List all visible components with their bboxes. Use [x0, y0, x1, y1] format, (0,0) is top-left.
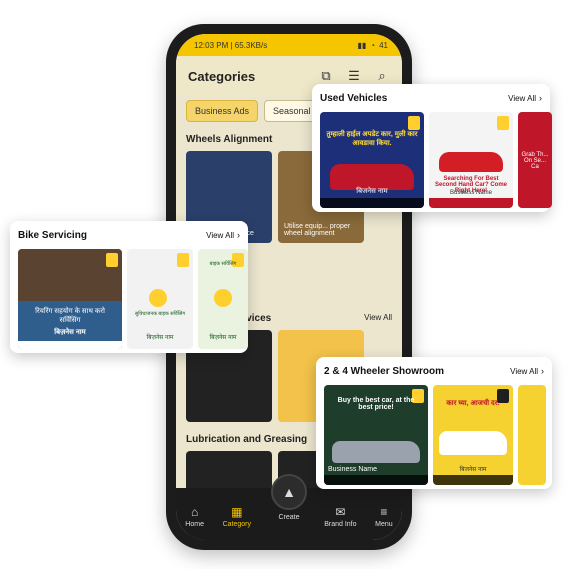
section-title: Lubrication and Greasing	[186, 434, 308, 445]
brand-icon: ✉	[335, 504, 346, 519]
search-icon[interactable]: ⌕	[374, 68, 390, 84]
bookmark-icon[interactable]	[497, 116, 509, 130]
home-icon: ⌂	[191, 504, 199, 519]
card-title: 2 & 4 Wheeler Showroom	[324, 365, 445, 377]
filter-icon[interactable]: ☰	[346, 68, 362, 84]
tile-footer-bar	[433, 475, 513, 485]
play-icon[interactable]	[214, 289, 232, 307]
nav-label: Brand Info	[324, 520, 357, 528]
view-all-label: View All	[206, 230, 234, 240]
view-all-link[interactable]: View All ›	[510, 366, 544, 376]
tile-footer-bar	[18, 341, 122, 349]
tile-footer-bar	[320, 198, 424, 208]
tile-footer-bar	[429, 198, 513, 208]
chevron-right-icon: ›	[541, 366, 544, 376]
nav-menu[interactable]: ≡ Menu	[375, 505, 393, 528]
create-button[interactable]: ▲	[271, 474, 307, 510]
tile-footer: बिजनेस नाम	[459, 467, 487, 473]
tile-footer: बिज़नेस नाम	[146, 335, 174, 341]
template-tile[interactable]: Grab Th... On Se... Ca	[518, 112, 552, 208]
tile-footer: बिजनेस नाम	[356, 188, 388, 195]
view-all-label: View All	[508, 93, 536, 103]
tile-caption: रियरिंग सहयोग के साथ करो सर्विसिंग	[35, 308, 105, 324]
card-tiles: तुम्हाली हाईल अपडेट कार, मुली कार आवडावा…	[320, 112, 552, 208]
tile-caption: तुम्हाली हाईल अपडेट कार, मुली कार आवडावा…	[326, 131, 418, 147]
nav-category[interactable]: ▦ Category	[223, 505, 251, 528]
status-bar: 12:03 PM | 65.3KB/s ▮▮ ◔ 41	[176, 34, 402, 56]
bookmark-icon[interactable]	[177, 253, 189, 267]
card-title: Bike Servicing	[18, 229, 87, 241]
thumb-caption: Utilise equip... proper wheel alignment	[284, 223, 351, 237]
status-time: 12:03 PM | 65.3KB/s	[194, 40, 268, 50]
battery-level: 41	[379, 40, 388, 50]
template-tile[interactable]: Buy the best car, at the best price! Bus…	[324, 385, 428, 485]
template-tile[interactable]: Searching For Best Second Hand Car? Come…	[429, 112, 513, 208]
card-header: 2 & 4 Wheeler Showroom View All ›	[324, 363, 544, 379]
template-tile[interactable]: कार घ्या, आजची दर. बिजनेस नाम	[433, 385, 513, 485]
view-all-link[interactable]: View All ›	[508, 93, 542, 103]
tile-footer-bar	[324, 475, 428, 485]
nav-label: Category	[222, 520, 251, 528]
nav-brand-info[interactable]: ✉ Brand Info	[324, 505, 356, 528]
template-tile[interactable]: तुम्हाली हाईल अपडेट कार, मुली कार आवडावा…	[320, 112, 424, 208]
view-all-label: View All	[510, 366, 538, 376]
tile-footer: बिज़नेस नाम	[54, 329, 86, 336]
card-used-vehicles: Used Vehicles View All › तुम्हाली हाईल अ…	[312, 84, 552, 212]
nav-home[interactable]: ⌂ Home	[185, 505, 204, 528]
translate-icon[interactable]: ⧉	[318, 68, 334, 84]
car-graphic	[439, 431, 507, 455]
card-header: Used Vehicles View All ›	[320, 90, 542, 106]
page-title: Categories	[188, 68, 256, 84]
tile-caption: Grab Th... On Se... Ca	[521, 152, 549, 170]
card-wheeler-showroom: 2 & 4 Wheeler Showroom View All › Buy th…	[316, 357, 552, 489]
create-label: Create	[278, 514, 300, 521]
bottom-nav: ⌂ Home ▦ Category ✉ Brand Info ≡ Menu ▲	[176, 474, 402, 540]
create-icon: ▲	[282, 484, 296, 500]
template-tile[interactable]	[518, 385, 546, 485]
template-tile[interactable]: सुविधाजनक बाइक सर्विसिंग बिज़नेस नाम	[127, 249, 193, 349]
template-tile[interactable]: रियरिंग सहयोग के साथ करो सर्विसिंग बिज़न…	[18, 249, 122, 349]
template-tile[interactable]: बाइक सर्विसिंग बिज़नेस नाम	[198, 249, 248, 349]
card-tiles: Buy the best car, at the best price! Bus…	[324, 385, 546, 485]
status-icons: ▮▮ ◔ 41	[357, 41, 388, 50]
card-header: Bike Servicing View All ›	[18, 227, 240, 243]
chevron-right-icon: ›	[539, 93, 542, 103]
tile-caption: बाइक सर्विसिंग	[209, 261, 237, 267]
card-bike-servicing: Bike Servicing View All › रियरिंग सहयोग …	[10, 221, 248, 353]
chevron-right-icon: ›	[237, 230, 240, 240]
card-tiles: रियरिंग सहयोग के साथ करो सर्विसिंग बिज़न…	[18, 249, 248, 349]
menu-icon: ≡	[380, 504, 388, 519]
stage: 12:03 PM | 65.3KB/s ▮▮ ◔ 41 Categories ⧉…	[0, 0, 570, 569]
tile-footer: Business Name	[328, 466, 378, 473]
bookmark-icon[interactable]	[408, 116, 420, 130]
view-all-link[interactable]: View All	[364, 313, 392, 324]
nav-label: Home	[185, 520, 204, 528]
signal-icon: ▮▮	[357, 40, 367, 50]
tile-footer: Business Name	[449, 190, 493, 196]
nav-label: Menu	[375, 520, 393, 528]
play-icon[interactable]	[149, 289, 167, 307]
tile-caption: कार घ्या, आजची दर.	[446, 400, 500, 407]
chip-business-ads[interactable]: Business Ads	[186, 100, 259, 122]
category-icon: ▦	[231, 504, 243, 519]
card-title: Used Vehicles	[320, 92, 388, 104]
car-graphic	[332, 441, 420, 463]
tile-footer: बिज़नेस नाम	[209, 335, 237, 341]
car-graphic	[439, 152, 503, 172]
section-title: Wheels Alignment	[186, 134, 273, 145]
bookmark-icon[interactable]	[106, 253, 118, 267]
tile-caption: Buy the best car, at the best price!	[337, 397, 415, 411]
view-all-link[interactable]: View All ›	[206, 230, 240, 240]
tile-caption: सुविधाजनक बाइक सर्विसिंग	[134, 311, 186, 317]
wifi-icon: ◔	[370, 40, 376, 50]
